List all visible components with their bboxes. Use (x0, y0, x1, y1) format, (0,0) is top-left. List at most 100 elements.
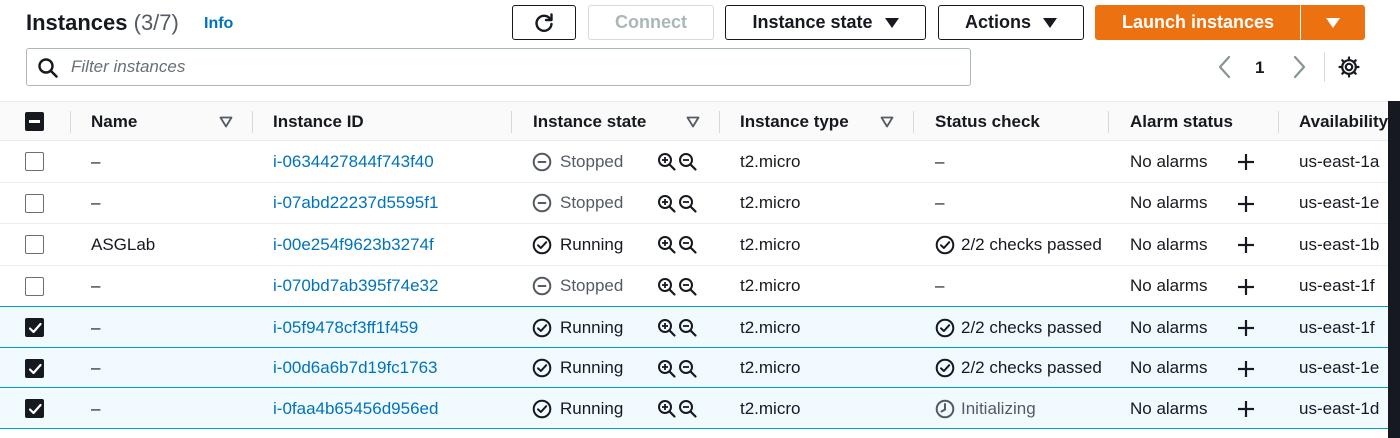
current-page[interactable]: 1 (1255, 58, 1264, 78)
table-row[interactable]: – i-05f9478cf3ff1f459 Running t2.micro 2/2 c… (0, 306, 1400, 348)
row-checkbox[interactable] (25, 276, 44, 296)
zoom-out-icon[interactable] (678, 318, 698, 338)
plus-icon[interactable] (1236, 399, 1256, 419)
instances-table: Name Instance ID Instance state Instance… (0, 101, 1400, 429)
row-checkbox[interactable] (25, 235, 44, 254)
instance-id-link[interactable]: i-070bd7ab395f74e32 (273, 266, 438, 307)
instance-state: Running (532, 348, 623, 389)
column-header-availability-zone[interactable]: Availability (1299, 102, 1388, 142)
availability-zone: us-east-1e (1299, 193, 1380, 212)
table-body: – i-0634427844f743f40 Stopped t2.micro – No a… (0, 141, 1400, 429)
instance-id-link[interactable]: i-05f9478cf3ff1f459 (273, 307, 418, 348)
instance-state-text: Stopped (560, 276, 624, 295)
alarm-status: No alarms (1130, 193, 1208, 212)
alarm-status: No alarms (1130, 234, 1208, 254)
instance-id-link[interactable]: i-00d6a6b7d19fc1763 (273, 348, 437, 389)
instance-id-link[interactable]: i-00e254f9623b3274f (273, 224, 434, 265)
instance-state-label: Instance state (752, 12, 873, 32)
table-row[interactable]: – i-00d6a6b7d19fc1763 Running t2.micro 2/2 c… (0, 346, 1400, 389)
sort-icon[interactable] (880, 116, 894, 128)
refresh-button[interactable] (512, 5, 576, 40)
alarm-status: No alarms (1130, 151, 1208, 171)
column-header-instance-id[interactable]: Instance ID (273, 102, 364, 142)
instance-id-link[interactable]: i-07abd22237d5595f1 (273, 183, 438, 224)
row-checkbox[interactable] (25, 193, 44, 213)
instance-type: t2.micro (740, 193, 801, 212)
check-circle-icon (532, 399, 552, 418)
row-checkbox[interactable] (25, 399, 44, 418)
column-header-name[interactable]: Name (91, 102, 137, 142)
availability-zone: us-east-1f (1299, 276, 1375, 295)
instance-type: t2.micro (740, 317, 801, 337)
launch-instances-button[interactable]: Launch instances (1095, 5, 1301, 40)
actions-button[interactable]: Actions (938, 5, 1084, 40)
table-row[interactable]: – i-0faa4b65456d956ed Running t2.micro Initi… (0, 387, 1400, 429)
zoom-out-icon[interactable] (678, 152, 698, 172)
connect-button[interactable]: Connect (588, 5, 714, 40)
table-row[interactable]: – i-0634427844f743f40 Stopped t2.micro – No a… (0, 141, 1400, 183)
plus-icon[interactable] (1236, 152, 1256, 172)
column-header-instance-state[interactable]: Instance state (533, 102, 646, 142)
column-header-instance-type[interactable]: Instance type (740, 102, 849, 142)
alarm-status: No alarms (1130, 317, 1208, 337)
zoom-in-icon[interactable] (657, 318, 677, 338)
instance-state-text: Stopped (560, 193, 624, 212)
launch-dropdown-button[interactable] (1300, 5, 1365, 40)
filter-box (26, 48, 971, 86)
table-row[interactable]: ASGLab i-00e254f9623b3274f Running t2.micro… (0, 224, 1400, 266)
zoom-out-icon[interactable] (678, 235, 698, 255)
column-header-alarm-status[interactable]: Alarm status (1130, 102, 1233, 142)
column-header-status-check[interactable]: Status check (935, 102, 1040, 142)
table-row[interactable]: – i-07abd22237d5595f1 Stopped t2.micro – No a… (0, 182, 1400, 224)
zoom-out-icon[interactable] (678, 359, 698, 379)
select-all-checkbox[interactable] (25, 112, 44, 131)
instance-state-text: Stopped (560, 151, 624, 171)
instance-id-link[interactable]: i-0634427844f743f40 (273, 141, 434, 182)
zoom-in-icon[interactable] (657, 235, 677, 255)
zoom-controls (657, 359, 698, 379)
gear-icon[interactable] (1337, 55, 1361, 79)
zoom-in-icon[interactable] (657, 359, 677, 379)
info-link[interactable]: Info (204, 15, 233, 33)
page-title-text: Instances (26, 10, 128, 35)
zoom-in-icon[interactable] (657, 277, 677, 297)
row-checkbox[interactable] (25, 318, 44, 337)
plus-icon[interactable] (1236, 359, 1256, 379)
zoom-out-icon[interactable] (678, 399, 698, 419)
plus-icon[interactable] (1236, 277, 1256, 297)
page-header: Instances (3/7) Info Connect Instance st… (0, 0, 1400, 44)
filter-input[interactable] (71, 55, 951, 79)
instance-state: Running (532, 224, 623, 265)
check-circle-icon (935, 235, 955, 254)
refresh-icon (535, 12, 553, 32)
instance-name: – (91, 358, 101, 377)
stopped-circle-icon (532, 152, 552, 171)
row-checkbox[interactable] (25, 358, 44, 378)
table-row[interactable]: – i-070bd7ab395f74e32 Stopped t2.micro – No a… (0, 265, 1400, 307)
sort-icon[interactable] (686, 116, 700, 128)
sort-icon[interactable] (219, 116, 233, 128)
instance-type: t2.micro (740, 234, 801, 254)
status-check-text: Initializing (961, 398, 1036, 418)
plus-icon[interactable] (1236, 318, 1256, 338)
plus-icon[interactable] (1236, 194, 1256, 214)
check-circle-icon (935, 318, 955, 337)
zoom-in-icon[interactable] (657, 399, 677, 419)
zoom-in-icon[interactable] (657, 194, 677, 214)
page-title: Instances (3/7) (26, 10, 179, 36)
alarm-status: No alarms (1130, 358, 1208, 377)
status-check-text: – (935, 151, 945, 171)
plus-icon[interactable] (1236, 235, 1256, 255)
instance-name: – (91, 151, 101, 171)
chevron-left-icon[interactable] (1214, 54, 1236, 80)
instance-id-link[interactable]: i-0faa4b65456d956ed (273, 388, 438, 429)
chevron-right-icon[interactable] (1288, 54, 1310, 80)
checkmark-icon (28, 363, 42, 374)
instance-state-button[interactable]: Instance state (725, 5, 926, 40)
zoom-out-icon[interactable] (678, 277, 698, 297)
row-checkbox[interactable] (25, 152, 44, 171)
zoom-out-icon[interactable] (678, 194, 698, 214)
column-divider (1278, 111, 1279, 133)
zoom-in-icon[interactable] (657, 152, 677, 172)
zoom-controls (657, 277, 698, 297)
